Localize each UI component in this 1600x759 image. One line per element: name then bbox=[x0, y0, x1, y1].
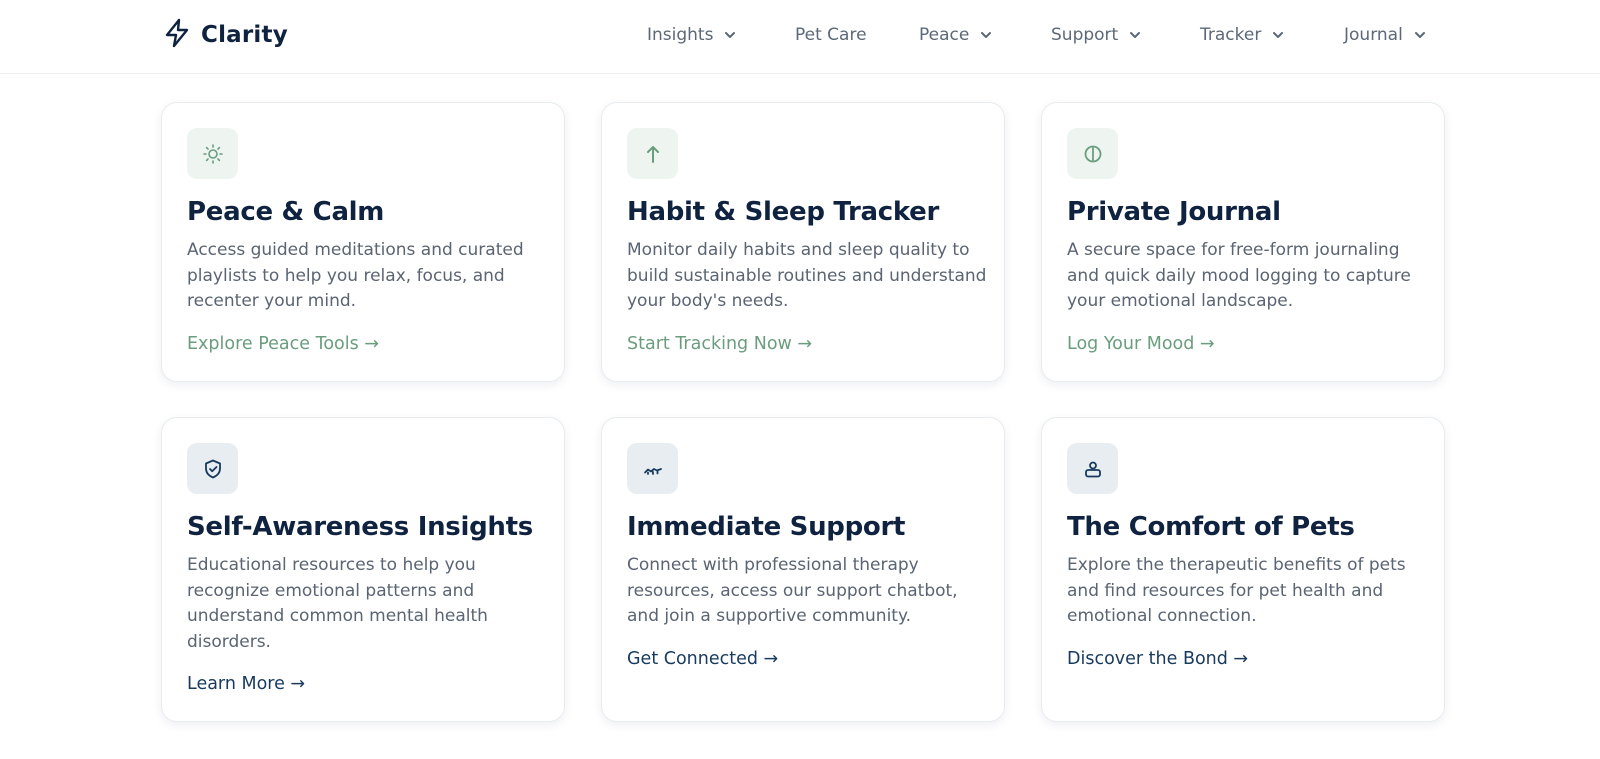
explore-peace-tools-link[interactable]: Explore Peace Tools → bbox=[187, 334, 379, 354]
card-title: Private Journal bbox=[1067, 197, 1281, 227]
feature-card-pets[interactable]: The Comfort of Pets Explore the therapeu… bbox=[1041, 417, 1445, 722]
chevron-down-icon bbox=[1413, 30, 1427, 40]
nav-insights[interactable]: Insights bbox=[647, 22, 737, 48]
chevron-down-icon bbox=[723, 30, 737, 40]
card-description: Connect with professional therapy resour… bbox=[627, 555, 958, 626]
card-description: Educational resources to help you recogn… bbox=[187, 555, 488, 652]
card-title: Immediate Support bbox=[627, 512, 906, 542]
site-header: Clarity Insights Pet Care Peace Support … bbox=[0, 0, 1600, 74]
brand-logo[interactable]: Clarity bbox=[163, 18, 288, 52]
feature-card-insights[interactable]: Self-Awareness Insights Educational reso… bbox=[161, 417, 565, 722]
arrow-up-icon bbox=[627, 128, 678, 179]
chevron-down-icon bbox=[1271, 30, 1285, 40]
nav-label: Insights bbox=[647, 25, 714, 45]
feature-card-support[interactable]: Immediate Support Connect with professio… bbox=[601, 417, 1005, 722]
nav-label: Tracker bbox=[1200, 25, 1262, 45]
shield-check-icon bbox=[187, 443, 238, 494]
feature-card-journal[interactable]: Private Journal A secure space for free-… bbox=[1041, 102, 1445, 382]
sun-icon bbox=[187, 128, 238, 179]
feature-card-tracker[interactable]: Habit & Sleep Tracker Monitor daily habi… bbox=[601, 102, 1005, 382]
nav-label: Pet Care bbox=[795, 25, 867, 45]
start-tracking-link[interactable]: Start Tracking Now → bbox=[627, 334, 812, 354]
log-your-mood-link[interactable]: Log Your Mood → bbox=[1067, 334, 1215, 354]
discover-the-bond-link[interactable]: Discover the Bond → bbox=[1067, 649, 1248, 669]
lightning-bolt-icon bbox=[163, 18, 191, 52]
card-title: The Comfort of Pets bbox=[1067, 512, 1355, 542]
chevron-down-icon bbox=[1128, 30, 1142, 40]
nav-tracker[interactable]: Tracker bbox=[1200, 22, 1285, 48]
pet-carrier-icon bbox=[1067, 443, 1118, 494]
get-connected-link[interactable]: Get Connected → bbox=[627, 649, 778, 669]
feature-card-peace[interactable]: Peace & Calm Access guided meditations a… bbox=[161, 102, 565, 382]
nav-label: Support bbox=[1051, 25, 1119, 45]
card-title: Peace & Calm bbox=[187, 197, 385, 227]
card-description: Monitor daily habits and sleep quality t… bbox=[627, 240, 987, 311]
nav-label: Peace bbox=[919, 25, 970, 45]
learn-more-link[interactable]: Learn More → bbox=[187, 674, 305, 694]
nav-journal[interactable]: Journal bbox=[1344, 22, 1427, 48]
brand-name: Clarity bbox=[201, 22, 288, 48]
journal-icon bbox=[1067, 128, 1118, 179]
nav-pet-care[interactable]: Pet Care bbox=[795, 22, 867, 48]
nav-peace[interactable]: Peace bbox=[919, 22, 993, 48]
card-description: Explore the therapeutic benefits of pets… bbox=[1067, 555, 1406, 626]
handshake-icon bbox=[627, 443, 678, 494]
card-title: Self-Awareness Insights bbox=[187, 512, 533, 542]
nav-label: Journal bbox=[1344, 25, 1403, 45]
chevron-down-icon bbox=[979, 30, 993, 40]
card-title: Habit & Sleep Tracker bbox=[627, 197, 940, 227]
card-description: Access guided meditations and curated pl… bbox=[187, 240, 524, 311]
card-description: A secure space for free-form journaling … bbox=[1067, 240, 1411, 311]
nav-support[interactable]: Support bbox=[1051, 22, 1142, 48]
